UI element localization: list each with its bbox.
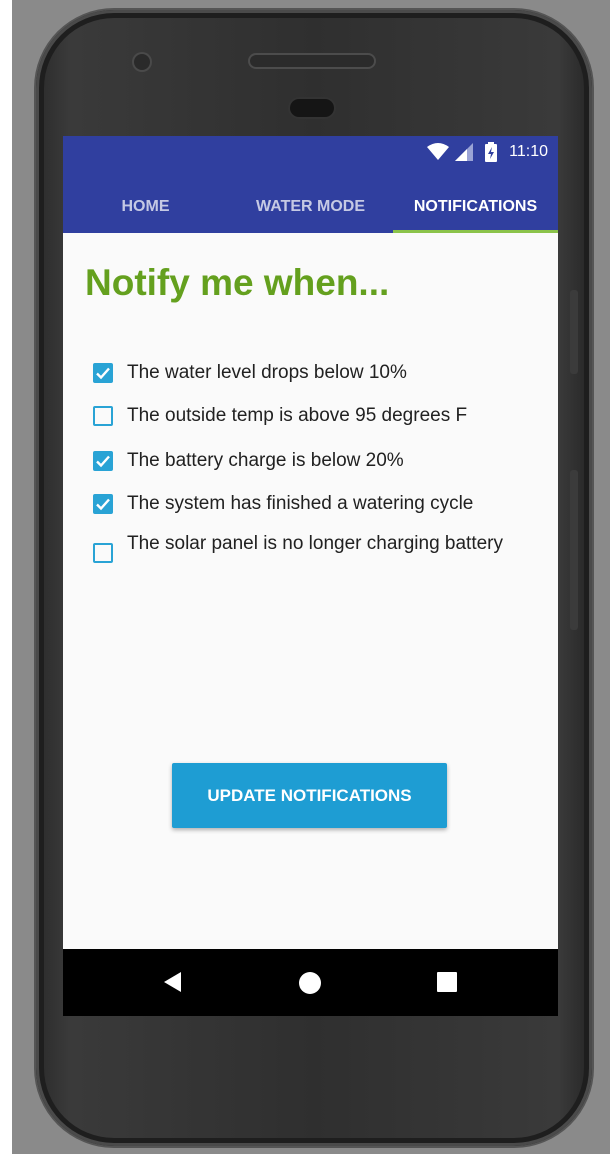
checkmark-icon [96, 455, 110, 468]
checkbox-outside-temp[interactable] [93, 406, 113, 426]
tab-notifications[interactable]: NOTIFICATIONS [393, 180, 558, 233]
option-watering-cycle[interactable]: The system has finished a watering cycle [93, 493, 537, 517]
tab-water-mode[interactable]: WATER MODE [228, 180, 393, 233]
power-button [570, 290, 578, 374]
front-camera [134, 54, 150, 70]
option-solar-panel[interactable]: The solar panel is no longer charging ba… [93, 533, 507, 563]
status-bar: 11:10 [63, 136, 558, 168]
checkbox-water-level[interactable] [93, 363, 113, 383]
recents-icon[interactable] [437, 972, 457, 992]
device-screen: 11:10 HOME WATER MODE NOTIFICATIONS Noti… [63, 136, 558, 1016]
option-label: The battery charge is below 20% [127, 450, 404, 471]
tab-bar: HOME WATER MODE NOTIFICATIONS [63, 180, 558, 233]
navigation-bar [63, 949, 558, 1016]
page-title: Notify me when... [85, 262, 390, 303]
tab-notifications-label: NOTIFICATIONS [413, 197, 538, 215]
option-battery-charge[interactable]: The battery charge is below 20% [93, 450, 537, 474]
option-label: The outside temp is above 95 degrees F [127, 405, 468, 426]
tab-home-label: HOME [121, 197, 170, 215]
option-water-level[interactable]: The water level drops below 10% [93, 362, 537, 386]
signal-icon [455, 143, 474, 161]
option-label: The system has finished a watering cycle [127, 493, 474, 514]
tab-water-mode-label: WATER MODE [255, 197, 366, 215]
option-outside-temp[interactable]: The outside temp is above 95 degrees F [93, 405, 537, 429]
checkbox-solar-panel[interactable] [93, 543, 113, 563]
checkbox-battery-charge[interactable] [93, 451, 113, 471]
back-icon[interactable] [163, 971, 183, 993]
status-time: 11:10 [509, 143, 548, 160]
checkmark-icon [96, 498, 110, 511]
tab-indicator [393, 230, 558, 233]
checkbox-watering-cycle[interactable] [93, 494, 113, 514]
proximity-sensor [290, 99, 334, 117]
battery-charging-icon [485, 142, 498, 162]
option-label: The water level drops below 10% [127, 362, 407, 383]
earpiece-speaker [250, 55, 374, 67]
option-label: The solar panel is no longer charging ba… [127, 533, 504, 554]
volume-button [570, 470, 578, 630]
checkmark-icon [96, 367, 110, 380]
tab-home[interactable]: HOME [63, 180, 228, 233]
home-icon[interactable] [298, 971, 322, 995]
update-notifications-button[interactable]: UPDATE NOTIFICATIONS [172, 763, 447, 828]
wifi-icon [427, 143, 450, 160]
app-bar: 11:10 HOME WATER MODE NOTIFICATIONS [63, 136, 558, 233]
